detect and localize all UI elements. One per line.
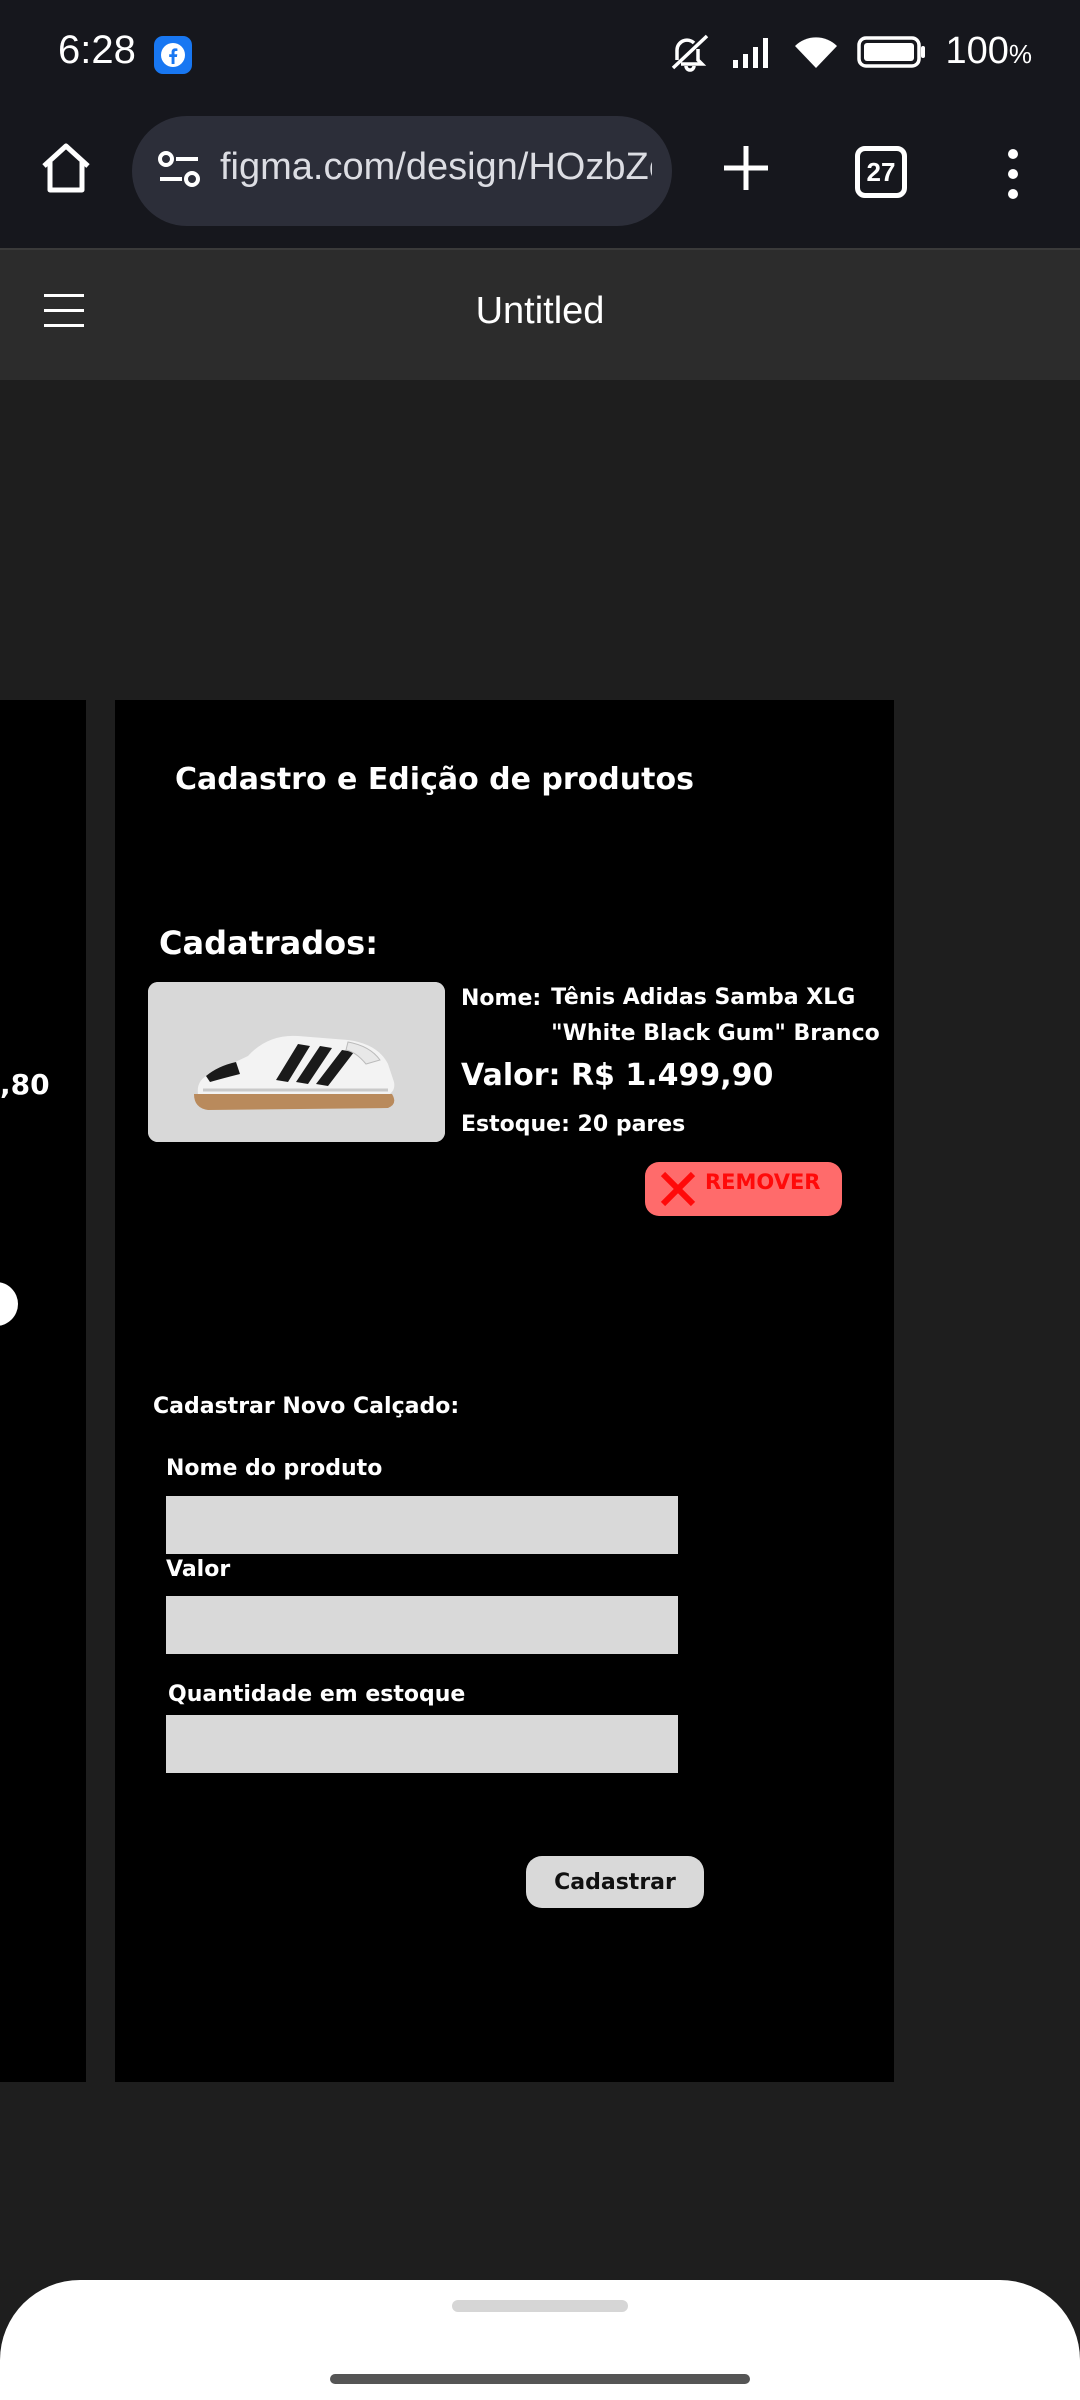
quantity-field-label: Quantidade em estoque [168, 1682, 466, 1707]
browser-toolbar: figma.com/design/HOzbZe 27 [0, 108, 1080, 248]
product-name: Nome: Tênis Adidas Samba XLG "White Blac… [461, 985, 881, 1052]
registered-label: Cadatrados: [159, 924, 378, 962]
sneaker-image [148, 982, 445, 1142]
home-icon[interactable] [36, 138, 96, 198]
plus-icon[interactable] [716, 138, 776, 198]
remove-label: REMOVER [705, 1170, 821, 1194]
tab-switcher-button[interactable]: 27 [855, 146, 907, 198]
price-field-label: Valor [166, 1557, 231, 1582]
signal-icon [733, 37, 769, 68]
product-stock: Estoque: 20 pares [461, 1112, 686, 1137]
sheet-drag-handle[interactable] [452, 2300, 628, 2312]
submit-button[interactable]: Cadastrar [526, 1856, 704, 1908]
wifi-icon [795, 36, 838, 68]
status-icons: 100% [667, 30, 1032, 73]
battery-icon [857, 35, 926, 68]
more-vertical-icon[interactable] [998, 144, 1028, 204]
url-text[interactable]: figma.com/design/HOzbZe [220, 146, 652, 196]
close-icon [660, 1171, 696, 1207]
figma-header: Untitled [0, 248, 1080, 380]
frame-title: Cadastro e Edição de produtos [175, 762, 694, 797]
price-input[interactable] [166, 1596, 678, 1654]
remove-button[interactable]: REMOVER [645, 1162, 842, 1216]
bottom-sheet[interactable] [0, 2280, 1080, 2400]
facebook-icon [154, 36, 192, 74]
status-time: 6:28 [58, 28, 136, 72]
mute-icon [672, 34, 709, 72]
battery-percent: 100% [945, 30, 1032, 72]
url-bar[interactable]: figma.com/design/HOzbZe [132, 116, 672, 226]
product-frame: Cadastro e Edição de produtos Cadatrados… [115, 700, 894, 2082]
product-name-value: Tênis Adidas Samba XLG "White Black Gum"… [551, 985, 880, 1046]
site-settings-icon[interactable] [154, 144, 204, 194]
left-frame [0, 700, 86, 2082]
product-name-field-label: Nome do produto [166, 1456, 383, 1481]
document-title[interactable]: Untitled [0, 290, 1080, 333]
quantity-input[interactable] [166, 1715, 678, 1773]
status-bar: 6:28 100% [0, 0, 1080, 108]
product-price: Valor: R$ 1.499,90 [461, 1058, 774, 1093]
left-frame-text: ,80 [0, 1068, 50, 1101]
gesture-nav-bar[interactable] [330, 2374, 750, 2384]
form-title: Cadastrar Novo Calçado: [153, 1394, 460, 1419]
product-name-label: Nome: [461, 986, 542, 1011]
product-name-input[interactable] [166, 1496, 678, 1554]
